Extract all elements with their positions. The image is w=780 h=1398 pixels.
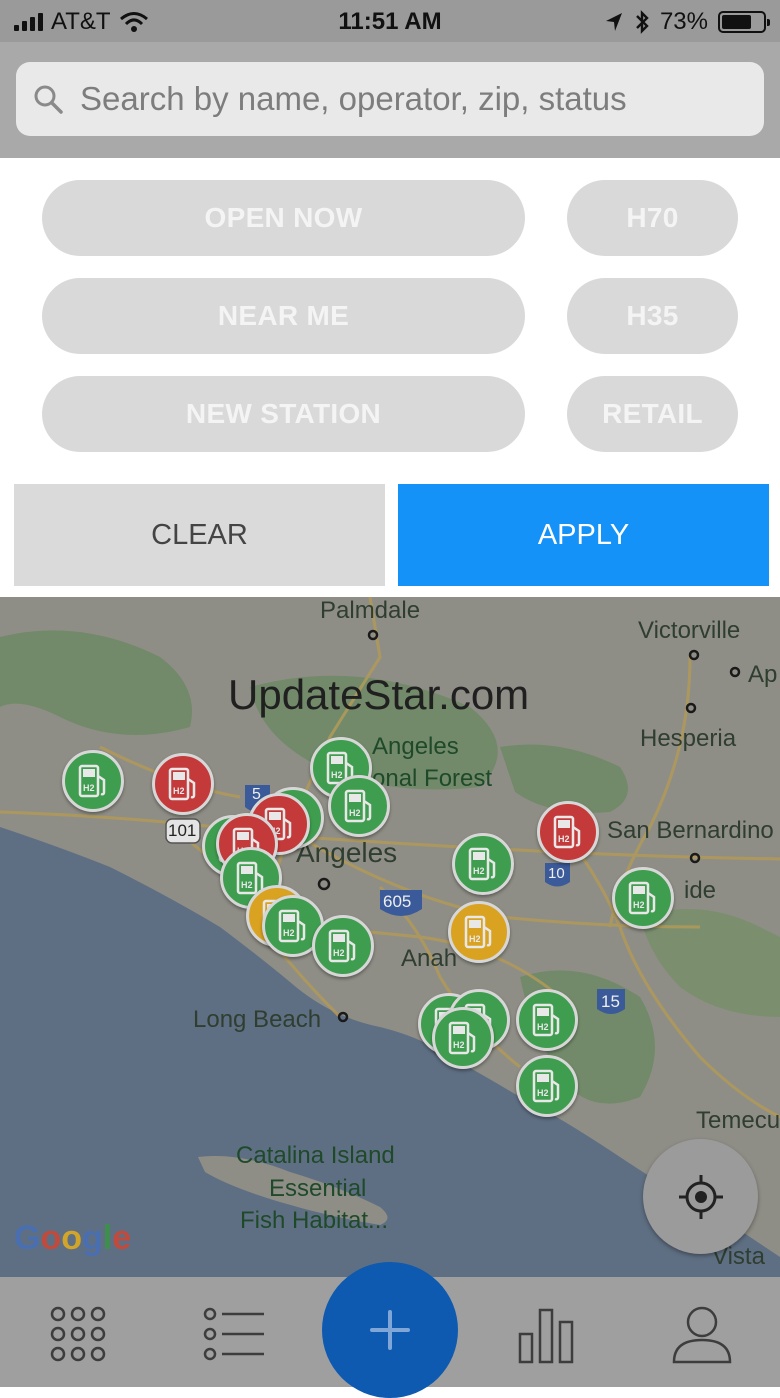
- station-pin[interactable]: H2: [516, 1055, 578, 1117]
- search-input[interactable]: [78, 79, 764, 119]
- station-pin[interactable]: H2: [448, 901, 510, 963]
- bluetooth-icon: [636, 10, 649, 34]
- fuel-pump-icon: H2: [278, 909, 306, 943]
- plus-icon: [370, 1310, 410, 1350]
- fuel-pump-icon: H2: [328, 929, 356, 963]
- station-pin[interactable]: H2: [62, 750, 124, 812]
- search-bar: [0, 42, 780, 159]
- label-victorville: Victorville: [638, 617, 741, 644]
- battery-fill: [722, 15, 752, 29]
- svg-text:H2: H2: [241, 880, 253, 890]
- bar-chart-icon: [518, 1308, 574, 1364]
- shield-101: 101: [168, 821, 197, 840]
- fuel-pump-icon: H2: [448, 1021, 476, 1055]
- label-national-forest: onal Forest: [372, 765, 493, 792]
- fuel-pump-icon: H2: [532, 1069, 560, 1103]
- label-palmdale: Palmdale: [320, 597, 421, 624]
- station-pin[interactable]: H2: [432, 1007, 494, 1069]
- station-pin[interactable]: H2: [452, 833, 514, 895]
- fuel-pump-icon: H2: [628, 881, 656, 915]
- label-anaheim: Anah: [401, 945, 458, 972]
- station-pin[interactable]: H2: [537, 801, 599, 863]
- svg-text:H2: H2: [537, 1088, 549, 1098]
- station-pin[interactable]: H2: [312, 915, 374, 977]
- fuel-pump-icon: H2: [78, 764, 106, 798]
- label-apple-valley: Ap: [748, 661, 778, 688]
- svg-text:H2: H2: [537, 1022, 549, 1032]
- filter-open-now-chip[interactable]: OPEN NOW: [42, 180, 525, 256]
- station-pin[interactable]: H2: [152, 753, 214, 815]
- nav-list[interactable]: [194, 1299, 274, 1369]
- status-right: 73%: [604, 8, 770, 36]
- fuel-pump-icon: H2: [553, 815, 581, 849]
- status-bar: AT&T 11:51 AM 73%: [0, 0, 780, 42]
- fuel-pump-icon: H2: [344, 789, 372, 823]
- label-san-bernardino: San Bernardino: [607, 817, 774, 844]
- fuel-pump-icon: H2: [168, 767, 196, 801]
- watermark: UpdateStar.com: [228, 671, 530, 718]
- station-pin[interactable]: H2: [328, 775, 390, 837]
- svg-text:H2: H2: [453, 1040, 465, 1050]
- nav-grid[interactable]: [38, 1299, 118, 1369]
- battery-icon: [718, 11, 770, 33]
- shield-605: 605: [383, 892, 412, 911]
- svg-text:H2: H2: [633, 900, 645, 910]
- add-button[interactable]: [322, 1262, 458, 1398]
- filter-h35-chip[interactable]: H35: [567, 278, 738, 354]
- fuel-pump-icon: H2: [464, 915, 492, 949]
- search-field[interactable]: [16, 62, 764, 136]
- filter-near-me-chip[interactable]: NEAR ME: [42, 278, 525, 354]
- label-temecula: Temecu: [696, 1107, 780, 1134]
- google-logo-text: Google: [14, 1219, 132, 1257]
- label-riverside: ide: [684, 877, 717, 904]
- google-logo: Google: [14, 1219, 131, 1258]
- shield-15: 15: [601, 992, 620, 1011]
- station-pin[interactable]: H2: [612, 867, 674, 929]
- label-catalina-1: Catalina Island: [236, 1142, 395, 1169]
- grid-icon: [50, 1306, 106, 1362]
- location-arrow-icon: [605, 13, 622, 31]
- user-icon: [672, 1306, 732, 1364]
- label-hesperia: Hesperia: [640, 725, 737, 752]
- svg-text:H2: H2: [83, 783, 95, 793]
- apply-button[interactable]: APPLY: [398, 484, 769, 586]
- fuel-pump-icon: H2: [532, 1003, 560, 1037]
- battery-percent: 73%: [659, 8, 708, 35]
- filter-new-station-chip[interactable]: NEW STATION: [42, 376, 525, 452]
- filter-h70-chip[interactable]: H70: [567, 180, 738, 256]
- label-catalina-2: Essential: [269, 1175, 367, 1202]
- list-icon: [203, 1307, 264, 1361]
- svg-text:H2: H2: [473, 866, 485, 876]
- label-catalina-3: Fish Habitat...: [240, 1207, 389, 1234]
- svg-text:H2: H2: [331, 770, 343, 780]
- svg-text:H2: H2: [349, 808, 361, 818]
- svg-text:H2: H2: [333, 948, 345, 958]
- shield-10: 10: [548, 865, 565, 882]
- svg-text:H2: H2: [469, 934, 481, 944]
- label-long-beach: Long Beach: [193, 1006, 322, 1033]
- label-angeles-forest: Angeles: [372, 733, 459, 760]
- crosshair-icon: [678, 1174, 723, 1219]
- fuel-pump-icon: H2: [468, 847, 496, 881]
- nav-stats[interactable]: [506, 1299, 586, 1369]
- nav-profile[interactable]: [662, 1299, 742, 1369]
- filter-panel: OPEN NOW H70 NEAR ME H35 NEW STATION RET…: [0, 158, 780, 598]
- filter-retail-chip[interactable]: RETAIL: [567, 376, 738, 452]
- clear-button[interactable]: CLEAR: [14, 484, 385, 586]
- map-view[interactable]: 101 5 605 10 15 Palmdale Victorville Ap …: [0, 597, 780, 1277]
- svg-text:H2: H2: [558, 834, 570, 844]
- svg-text:H2: H2: [283, 928, 295, 938]
- station-pin[interactable]: H2: [516, 989, 578, 1051]
- locate-button[interactable]: [643, 1139, 758, 1254]
- svg-text:H2: H2: [173, 786, 185, 796]
- search-icon: [34, 85, 63, 114]
